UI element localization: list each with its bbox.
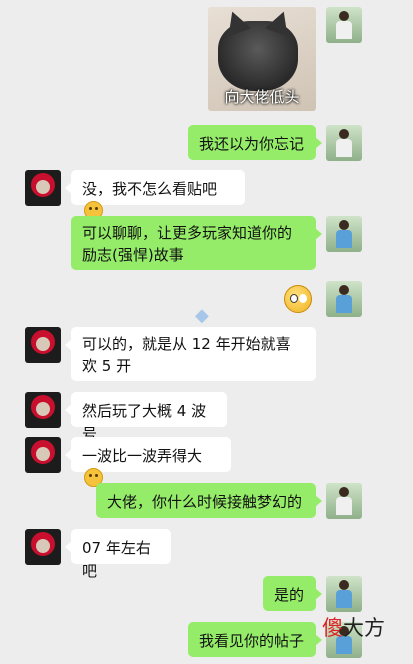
avatar[interactable] [326,576,362,612]
message-bubble[interactable]: 可以的，就是从 12 年开始就喜欢 5 开 [65,327,316,381]
message-bubble[interactable]: 07 年左右吧 [65,529,171,580]
avatar[interactable] [25,437,61,473]
message-bubble[interactable]: 可以聊聊，让更多玩家知道你的励志(强悍)故事 [71,216,322,270]
message-bubble[interactable]: 我还以为你忘记 [188,125,322,160]
message-bubble[interactable]: 大佬，你什么时候接触梦幻的 [96,483,322,518]
avatar[interactable] [25,392,61,428]
message-bubble[interactable]: 然后玩了大概 4 波号 [65,392,227,443]
watermark-logo-icon: ◆ [195,305,209,326]
watermark-char: 傻 [322,616,343,640]
message-bubble[interactable]: 是的 [263,576,322,611]
message-bubble[interactable]: 一波比一波弄得大 [65,437,231,487]
message-bubble[interactable]: 没，我不怎么看贴吧 [65,170,245,220]
cat-icon [218,21,298,91]
cat-sticker-image[interactable]: 向大佬低头 [208,7,316,111]
watermark: 傻大方 [322,612,385,642]
avatar[interactable] [25,529,61,565]
avatar[interactable] [25,170,61,206]
avatar[interactable] [326,125,362,161]
avatar[interactable] [326,281,362,317]
avatar[interactable] [326,483,362,519]
pleading-face-emoji-icon[interactable] [284,285,312,313]
message-bubble[interactable]: 我看见你的帖子 [188,622,322,657]
sticker-caption: 向大佬低头 [224,88,300,106]
message-text: 没，我不怎么看贴吧 [82,180,218,198]
message-text: 一波比一波弄得大 [82,447,203,465]
watermark-text: 大方 [343,616,385,640]
avatar[interactable] [326,216,362,252]
avatar[interactable] [25,327,61,363]
avatar[interactable] [326,7,362,43]
